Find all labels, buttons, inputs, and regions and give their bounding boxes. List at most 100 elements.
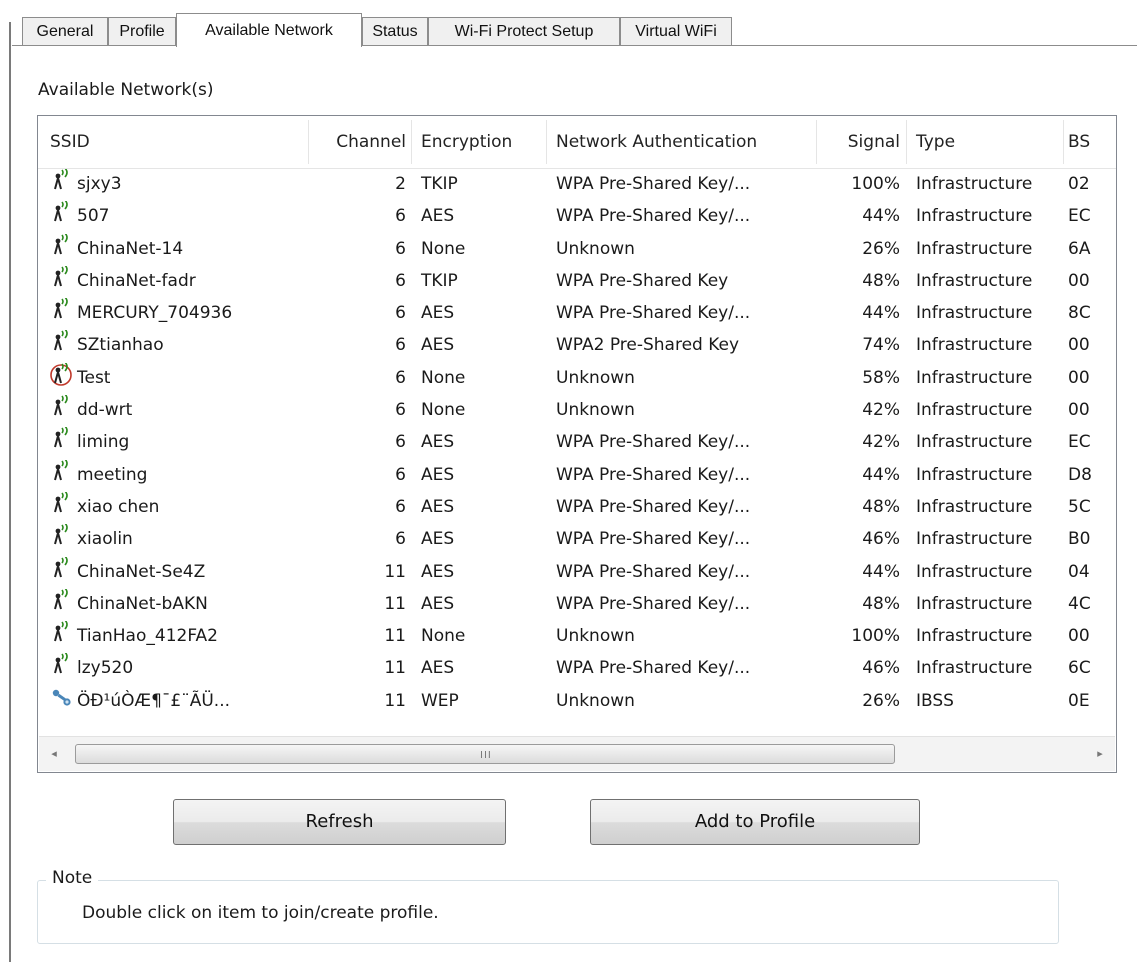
ssid-text: ÖÐ¹úÒÆ¶¯£¨ÃÜ... [77,690,230,711]
signal-cell: 48% [862,270,900,291]
table-row[interactable]: SZtianhao 6 AES WPA2 Pre-Shared Key 74% Infra… [38,329,1116,361]
tab-general[interactable]: General [22,17,108,45]
scroll-left-button[interactable]: ◂ [39,737,69,771]
table-row[interactable]: dd-wrt 6 None Unknown 42% Infrastructure 00 [38,394,1116,426]
wifi-signal-icon [50,556,76,581]
scroll-right-button[interactable]: ▸ [1085,737,1115,771]
column-header-bssid[interactable]: BS [1068,116,1090,168]
type-cell: IBSS [916,690,954,711]
signal-cell: 26% [862,690,900,711]
table-row[interactable]: ChinaNet-Se4Z 11 AES WPA Pre-Shared Key/...… [38,556,1116,588]
signal-cell: 48% [862,496,900,517]
auth-cell: Unknown [556,367,635,388]
ssid-cell: TianHao_412FA2 [50,620,320,652]
signal-cell: 44% [862,303,900,324]
scroll-grip: III [480,750,492,761]
encryption-cell: AES [421,206,455,227]
column-separator[interactable] [1063,120,1064,164]
refresh-button[interactable]: Refresh [173,799,506,845]
ssid-cell: ChinaNet-Se4Z [50,556,320,588]
auth-cell: Unknown [556,690,635,711]
type-cell: Infrastructure [916,206,1033,227]
bssid-cell: 0E [1068,690,1090,711]
table-row[interactable]: ChinaNet-fadr 6 TKIP WPA Pre-Shared Key 48% I… [38,265,1116,297]
channel-cell: 11 [384,593,406,614]
auth-cell: WPA2 Pre-Shared Key [556,335,740,356]
channel-cell: 6 [395,367,406,388]
bssid-cell: B0 [1068,529,1091,550]
scroll-thumb[interactable]: III [75,744,895,764]
bssid-cell: 00 [1068,270,1090,291]
encryption-cell: None [421,238,466,259]
bssid-cell: 5C [1068,496,1091,517]
signal-cell: 58% [862,367,900,388]
table-row[interactable]: lzy520 11 AES WPA Pre-Shared Key/... 46% Infr… [38,652,1116,684]
type-cell: Infrastructure [916,270,1033,291]
table-row[interactable]: xiaolin 6 AES WPA Pre-Shared Key/... 46% Infr… [38,523,1116,555]
window-left-edge [9,22,11,962]
auth-cell: WPA Pre-Shared Key/... [556,174,751,194]
network-list[interactable]: SSID Channel Encryption Network Authenti… [37,115,1117,773]
column-separator[interactable] [308,120,309,164]
table-row[interactable]: xiao chen 6 AES WPA Pre-Shared Key/... 48% In… [38,491,1116,523]
table-row[interactable]: ÖÐ¹úÒÆ¶¯£¨ÃÜ... 11 WEP Unknown 26% IBSS 0E [38,685,1116,717]
signal-cell: 46% [862,658,900,679]
bssid-cell: 6A [1068,238,1091,259]
channel-cell: 6 [395,496,406,517]
column-separator[interactable] [906,120,907,164]
bssid-cell: 00 [1068,626,1090,647]
table-row[interactable]: sjxy3 2 TKIP WPA Pre-Shared Key/... 100% Infr… [38,168,1116,200]
column-header-auth[interactable]: Network Authentication [556,116,757,168]
encryption-cell: WEP [421,690,459,711]
table-row[interactable]: liming 6 AES WPA Pre-Shared Key/... 42% Infra… [38,426,1116,458]
table-row[interactable]: MERCURY_704936 6 AES WPA Pre-Shared Key/...… [38,297,1116,329]
add-to-profile-button[interactable]: Add to Profile [590,799,920,845]
wifi-connected-icon [50,362,76,387]
table-row[interactable]: 507 6 AES WPA Pre-Shared Key/... 44% Infrastr… [38,200,1116,232]
type-cell: Infrastructure [916,432,1033,453]
wifi-signal-icon [50,491,76,516]
signal-cell: 100% [851,626,900,647]
bssid-cell: 04 [1068,561,1090,582]
table-row[interactable]: ChinaNet-14 6 None Unknown 26% Infrastructure… [38,233,1116,265]
ssid-text: ChinaNet-Se4Z [77,561,206,582]
column-header-encryption[interactable]: Encryption [421,116,512,168]
column-header-type[interactable]: Type [916,116,955,168]
wifi-signal-icon [50,201,76,225]
ssid-cell: ChinaNet-14 [50,233,320,265]
ssid-cell: meeting [50,459,320,491]
column-header-channel[interactable]: Channel [320,116,406,168]
auth-cell: WPA Pre-Shared Key/... [556,529,751,550]
encryption-cell: None [421,400,466,421]
table-row[interactable]: ChinaNet-bAKN 11 AES WPA Pre-Shared Key/...… [38,588,1116,620]
horizontal-scrollbar[interactable]: ◂ III ▸ [39,736,1115,771]
table-row[interactable]: meeting 6 AES WPA Pre-Shared Key/... 44% Infr… [38,459,1116,491]
tab-virtual-wifi[interactable]: Virtual WiFi [620,17,732,45]
column-header-ssid[interactable]: SSID [50,116,90,168]
column-separator[interactable] [816,120,817,164]
tab-wifi-protect-setup[interactable]: Wi-Fi Protect Setup [428,17,620,45]
type-cell: Infrastructure [916,367,1033,388]
ssid-text: Test [77,367,111,388]
tab-status[interactable]: Status [362,17,428,45]
column-header-signal[interactable]: Signal [818,116,900,168]
ssid-cell: liming [50,426,320,458]
note-label: Note [46,868,99,888]
encryption-cell: TKIP [421,174,458,194]
column-separator[interactable] [411,120,412,164]
wifi-signal-icon [50,233,76,258]
encryption-cell: AES [421,335,455,356]
table-row[interactable]: TianHao_412FA2 11 None Unknown 100% Infrastru… [38,620,1116,652]
wifi-signal-icon [50,588,76,613]
table-row[interactable]: Test 6 None Unknown 58% Infrastructure 00 [38,362,1116,394]
tab-profile[interactable]: Profile [108,17,176,45]
ssid-cell: xiao chen [50,491,320,523]
channel-cell: 6 [395,206,406,227]
ssid-text: meeting [77,464,148,485]
ssid-cell: ÖÐ¹úÒÆ¶¯£¨ÃÜ... [50,685,320,717]
tab-available-network[interactable]: Available Network [176,13,362,47]
signal-cell: 42% [862,400,900,421]
column-separator[interactable] [546,120,547,164]
ssid-text: MERCURY_704936 [77,303,233,324]
ssid-text: xiao chen [77,496,160,517]
